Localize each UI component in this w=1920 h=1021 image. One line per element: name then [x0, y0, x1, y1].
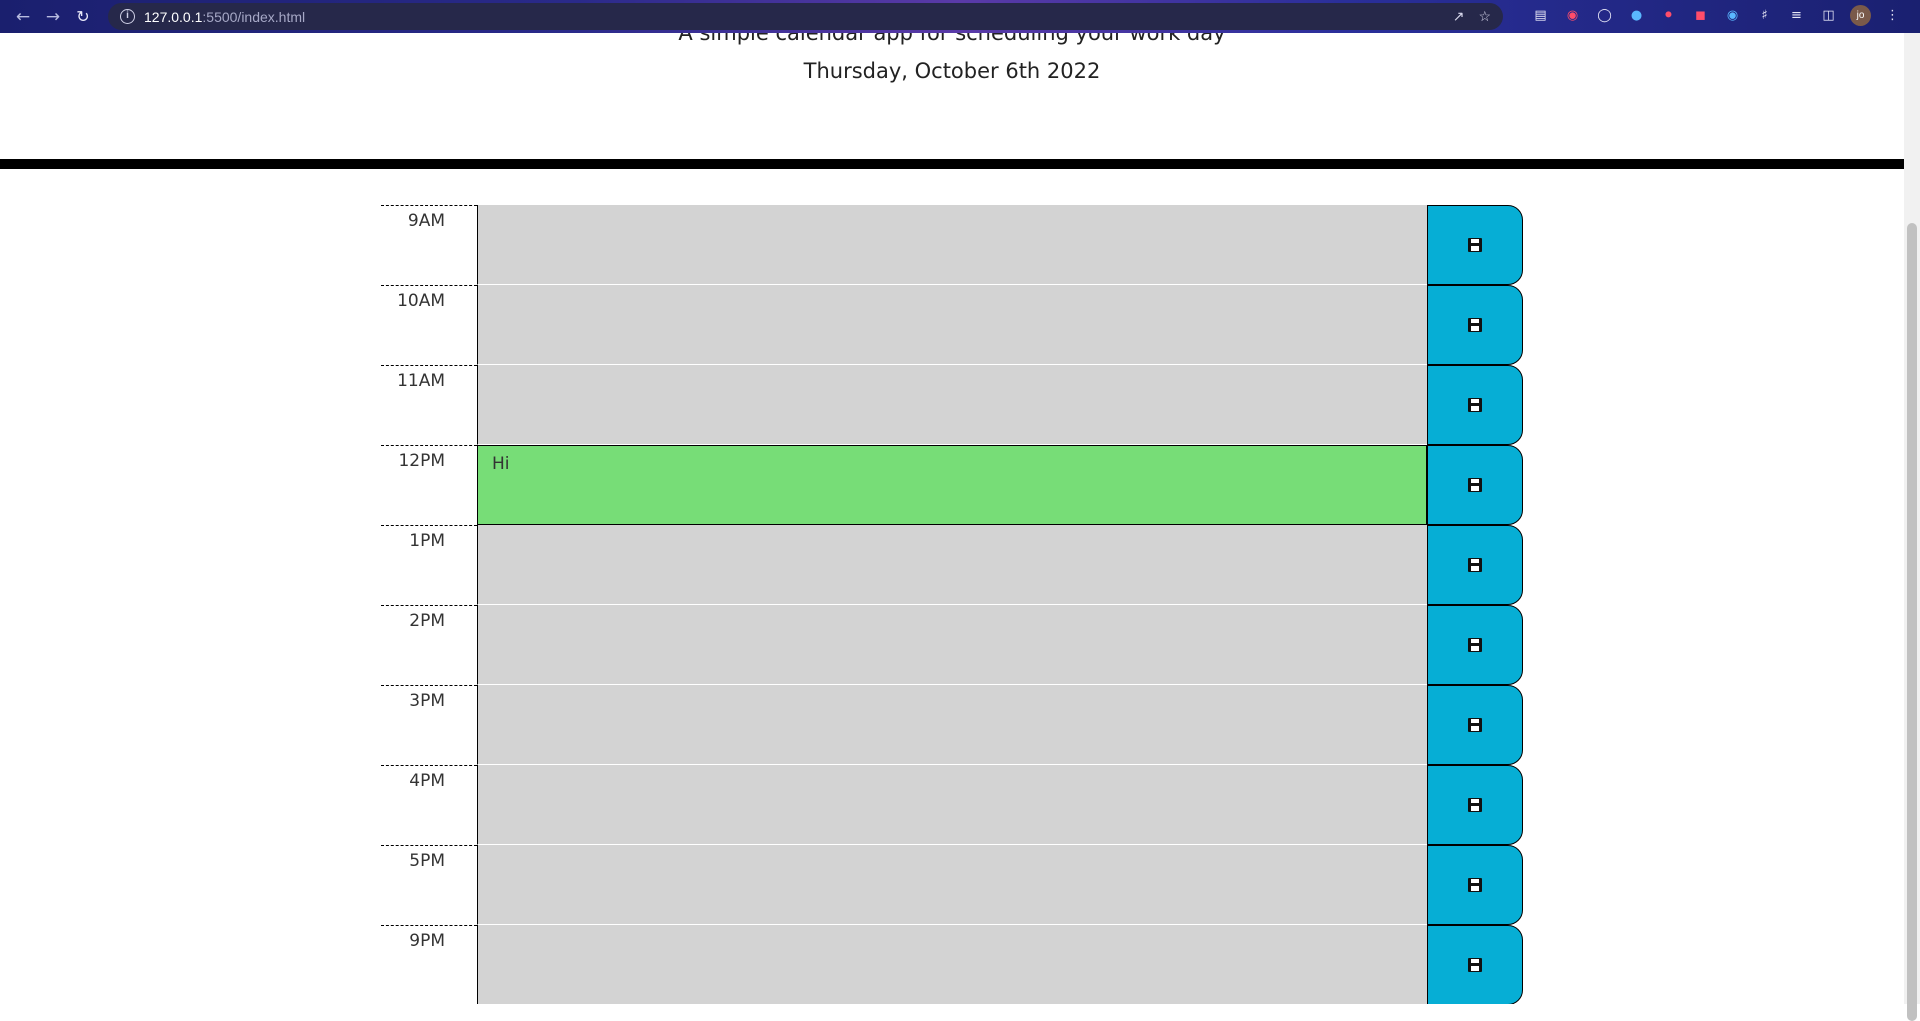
back-arrow-icon[interactable]: ← — [10, 4, 36, 30]
save-icon — [1468, 958, 1482, 972]
browser-toolbar: ← → ↻ i 127.0.0.1:5500/index.html ↗ ☆ ▤ … — [0, 0, 1920, 33]
event-description-input[interactable] — [477, 525, 1427, 605]
save-button[interactable] — [1427, 845, 1523, 925]
time-block: 9PM — [381, 925, 1523, 1004]
hour-label: 2PM — [381, 605, 477, 685]
event-description-input[interactable] — [477, 605, 1427, 685]
time-block: 11AM — [381, 365, 1523, 445]
save-button[interactable] — [1427, 525, 1523, 605]
hour-label: 5PM — [381, 845, 477, 925]
save-button[interactable] — [1427, 445, 1523, 525]
extension-icon[interactable]: ● — [1626, 5, 1647, 26]
url-host: 127.0.0.1 — [144, 8, 203, 25]
save-button[interactable] — [1427, 925, 1523, 1004]
save-icon — [1468, 238, 1482, 252]
save-icon — [1468, 398, 1482, 412]
hour-label: 3PM — [381, 685, 477, 765]
save-icon — [1468, 318, 1482, 332]
address-bar[interactable]: i 127.0.0.1:5500/index.html ↗ ☆ — [108, 3, 1503, 30]
time-block: 10AM — [381, 285, 1523, 365]
puzzle-icon[interactable]: ♯ — [1754, 5, 1775, 26]
shazam-icon[interactable]: ◉ — [1722, 5, 1743, 26]
save-icon — [1468, 718, 1482, 732]
hour-label: 10AM — [381, 285, 477, 365]
save-icon — [1468, 478, 1482, 492]
menu-kebab-icon[interactable]: ⋮ — [1882, 5, 1903, 26]
side-panel-icon[interactable]: ◫ — [1818, 5, 1839, 26]
github-icon[interactable]: ◯ — [1594, 5, 1615, 26]
stop-icon[interactable]: ⚫ — [1658, 5, 1679, 26]
reading-list-icon[interactable]: ≡ — [1786, 5, 1807, 26]
scrollbar[interactable] — [1904, 33, 1920, 1021]
extensions-bar: ▤ ◉ ◯ ● ⚫ ◼ ◉ ♯ ≡ ◫ jo ⋮ — [1530, 5, 1903, 26]
time-block: 2PM — [381, 605, 1523, 685]
save-icon — [1468, 878, 1482, 892]
save-button[interactable] — [1427, 685, 1523, 765]
event-description-input[interactable] — [477, 845, 1427, 925]
time-block: 5PM — [381, 845, 1523, 925]
hour-label: 9AM — [381, 205, 477, 285]
page-viewport: A simple calendar app for scheduling you… — [0, 33, 1904, 1004]
avatar[interactable]: jo — [1850, 5, 1871, 26]
url-path: :5500/index.html — [202, 8, 306, 25]
time-block: 1PM — [381, 525, 1523, 605]
time-block: 12PM Hi — [381, 445, 1523, 525]
extension-icon[interactable]: ◼ — [1690, 5, 1711, 26]
event-description-input[interactable] — [477, 685, 1427, 765]
share-icon[interactable]: ↗ — [1453, 8, 1465, 25]
hour-label: 1PM — [381, 525, 477, 605]
hour-label: 11AM — [381, 365, 477, 445]
bookmark-star-icon[interactable]: ☆ — [1478, 8, 1491, 25]
hour-label: 4PM — [381, 765, 477, 845]
current-day: Thursday, October 6th 2022 — [803, 59, 1101, 83]
save-button[interactable] — [1427, 765, 1523, 845]
time-block: 4PM — [381, 765, 1523, 845]
save-icon — [1468, 558, 1482, 572]
reload-icon[interactable]: ↻ — [70, 4, 96, 30]
event-description-input[interactable]: Hi — [477, 445, 1427, 525]
time-block: 9AM — [381, 205, 1523, 285]
pocket-icon[interactable]: ◉ — [1562, 5, 1583, 26]
info-icon[interactable]: i — [120, 9, 135, 24]
event-description-input[interactable] — [477, 365, 1427, 445]
time-block: 3PM — [381, 685, 1523, 765]
hour-label: 9PM — [381, 925, 477, 1004]
event-description-input[interactable] — [477, 765, 1427, 845]
apps-icon[interactable]: ▤ — [1530, 5, 1551, 26]
event-description-input[interactable] — [477, 205, 1427, 285]
save-button[interactable] — [1427, 205, 1523, 285]
forward-arrow-icon[interactable]: → — [40, 4, 66, 30]
header: A simple calendar app for scheduling you… — [0, 33, 1904, 169]
save-button[interactable] — [1427, 285, 1523, 365]
schedule: 9AM 10AM 11AM 12PM Hi 1PM 2PM 3PM 4PM 5PM 9PM — [381, 205, 1523, 1004]
hour-label: 12PM — [381, 445, 477, 525]
event-description-input[interactable] — [477, 285, 1427, 365]
event-description-input[interactable] — [477, 925, 1427, 1004]
scrollbar-thumb[interactable] — [1907, 223, 1917, 1021]
save-button[interactable] — [1427, 365, 1523, 445]
save-icon — [1468, 798, 1482, 812]
save-button[interactable] — [1427, 605, 1523, 685]
app-lead-text: A simple calendar app for scheduling you… — [678, 33, 1226, 45]
save-icon — [1468, 638, 1482, 652]
